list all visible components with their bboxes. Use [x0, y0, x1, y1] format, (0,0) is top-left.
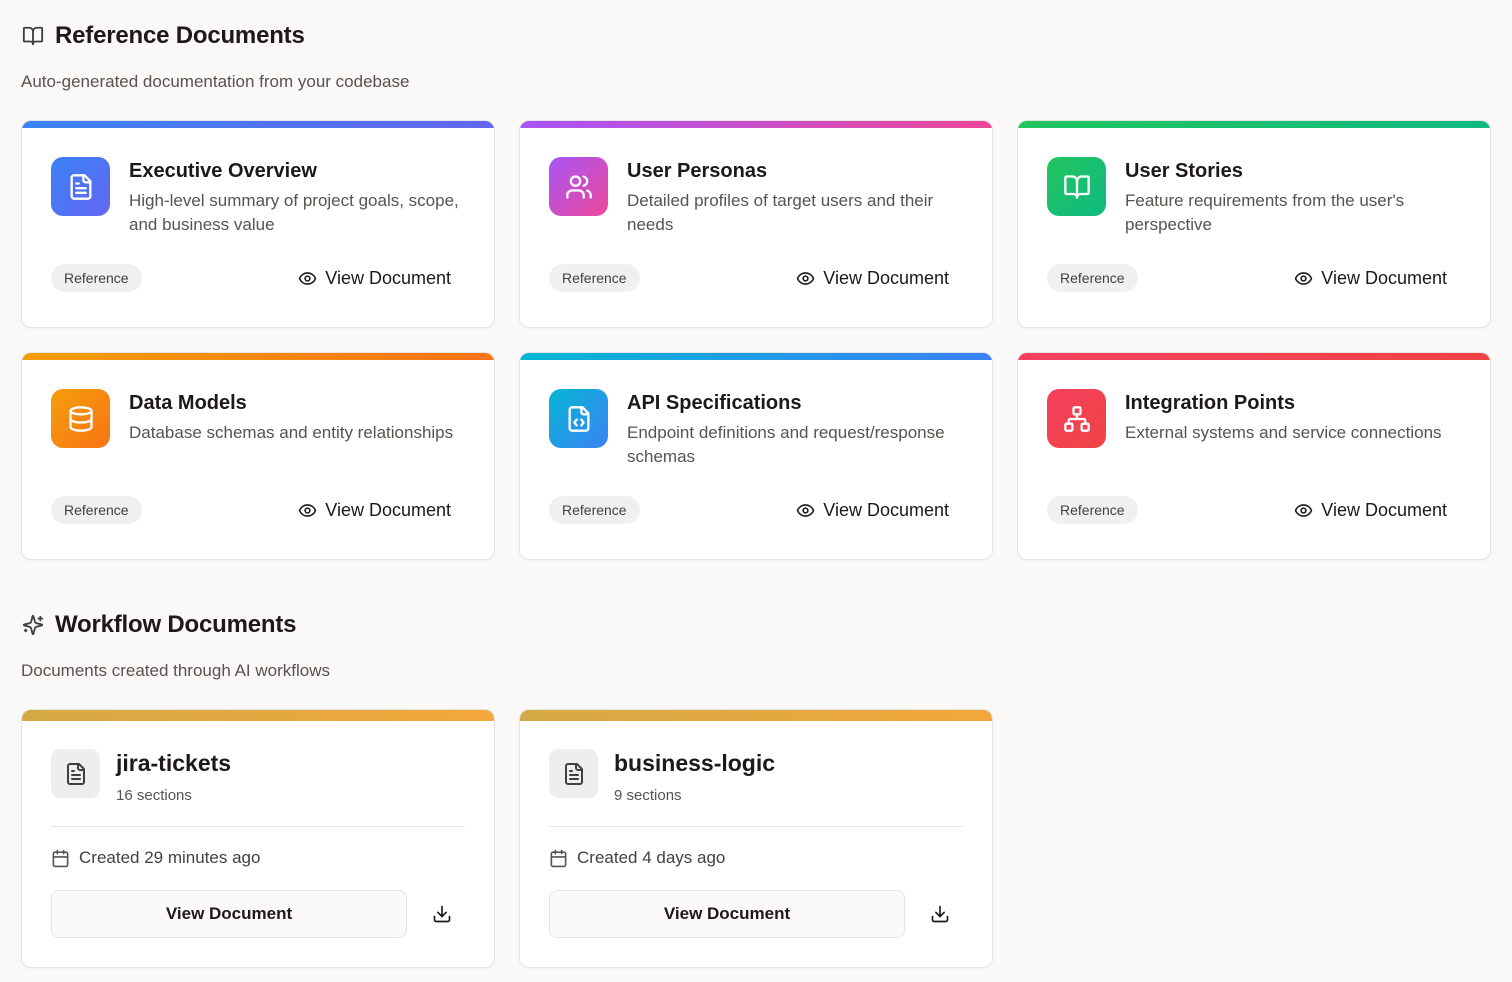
card-title: Data Models — [129, 392, 247, 414]
card-accent-bar — [22, 710, 494, 721]
workflow-doc-title: business-logic — [614, 750, 776, 776]
workflow-doc-title: jira-tickets — [116, 750, 232, 776]
download-icon — [432, 904, 452, 924]
view-document-link[interactable]: View Document — [298, 500, 451, 521]
view-document-label: View Document — [823, 267, 949, 288]
reference-card[interactable]: Data Models Database schemas and entity … — [21, 352, 495, 560]
view-document-link[interactable]: View Document — [796, 500, 949, 521]
reference-badge: Reference — [51, 496, 142, 524]
page: Reference Documents Auto-generated docum… — [0, 0, 1512, 982]
workflow-section-title: Workflow Documents — [55, 611, 297, 638]
workflow-card: business-logic 9 sections Created 4 days… — [519, 709, 993, 968]
card-title: User Personas — [627, 160, 768, 182]
reference-badge: Reference — [51, 264, 142, 292]
card-description: High-level summary of project goals, sco… — [129, 191, 459, 234]
calendar-icon — [51, 849, 70, 868]
workflow-section-subtitle: Documents created through AI workflows — [21, 661, 330, 680]
card-accent-bar — [1018, 121, 1490, 128]
workflow-grid: jira-tickets 16 sections Created 29 minu… — [21, 709, 1492, 968]
view-document-button[interactable]: View Document — [51, 890, 407, 938]
card-description: Endpoint definitions and request/respons… — [627, 423, 945, 466]
book-open-icon — [21, 24, 45, 48]
divider — [51, 826, 465, 827]
created-text: Created 4 days ago — [577, 848, 726, 867]
card-title: Executive Overview — [129, 160, 317, 182]
view-document-label: View Document — [1321, 267, 1447, 288]
view-document-label: View Document — [325, 499, 451, 520]
eye-icon — [1294, 501, 1313, 520]
card-accent-bar — [520, 121, 992, 128]
eye-icon — [298, 269, 317, 288]
file-code-icon — [549, 389, 608, 448]
card-accent-bar — [520, 710, 992, 721]
reference-badge: Reference — [549, 496, 640, 524]
file-text-icon — [51, 749, 100, 798]
view-document-link[interactable]: View Document — [298, 268, 451, 289]
reference-card[interactable]: User Personas Detailed profiles of targe… — [519, 120, 993, 328]
view-document-link[interactable]: View Document — [796, 268, 949, 289]
eye-icon — [1294, 269, 1313, 288]
sparkles-icon — [21, 613, 45, 637]
divider — [549, 826, 963, 827]
created-info: Created 29 minutes ago — [51, 848, 260, 868]
workflow-card: jira-tickets 16 sections Created 29 minu… — [21, 709, 495, 968]
card-title: API Specifications — [627, 392, 802, 414]
card-description: Feature requirements from the user's per… — [1125, 191, 1405, 234]
card-accent-bar — [1018, 353, 1490, 360]
card-accent-bar — [520, 353, 992, 360]
card-accent-bar — [22, 353, 494, 360]
reference-badge: Reference — [549, 264, 640, 292]
eye-icon — [796, 501, 815, 520]
reference-section-title: Reference Documents — [55, 22, 305, 49]
eye-icon — [298, 501, 317, 520]
created-text: Created 29 minutes ago — [79, 848, 261, 867]
download-button[interactable] — [905, 890, 975, 938]
card-description: External systems and service connections — [1125, 423, 1442, 442]
view-document-link[interactable]: View Document — [1294, 268, 1447, 289]
file-text-icon — [549, 749, 598, 798]
view-document-button[interactable]: View Document — [549, 890, 905, 938]
section-count: 16 sections — [116, 787, 192, 804]
reference-card[interactable]: Executive Overview High-level summary of… — [21, 120, 495, 328]
reference-grid: Executive Overview High-level summary of… — [21, 120, 1492, 560]
book-open-icon — [1047, 157, 1106, 216]
network-icon — [1047, 389, 1106, 448]
card-title: Integration Points — [1125, 392, 1295, 414]
reference-badge: Reference — [1047, 264, 1138, 292]
reference-card[interactable]: Integration Points External systems and … — [1017, 352, 1491, 560]
eye-icon — [796, 269, 815, 288]
file-text-icon — [51, 157, 110, 216]
download-button[interactable] — [407, 890, 477, 938]
reference-card[interactable]: API Specifications Endpoint definitions … — [519, 352, 993, 560]
reference-section-subtitle: Auto-generated documentation from your c… — [21, 72, 410, 91]
reference-badge: Reference — [1047, 496, 1138, 524]
reference-section-header: Reference Documents — [21, 22, 305, 50]
reference-card[interactable]: User Stories Feature requirements from t… — [1017, 120, 1491, 328]
card-description: Detailed profiles of target users and th… — [627, 191, 934, 234]
section-count: 9 sections — [614, 787, 682, 804]
card-title: User Stories — [1125, 160, 1243, 182]
card-accent-bar — [22, 121, 494, 128]
workflow-section-header: Workflow Documents — [21, 611, 297, 639]
download-icon — [930, 904, 950, 924]
calendar-icon — [549, 849, 568, 868]
view-document-label: View Document — [325, 267, 451, 288]
users-icon — [549, 157, 608, 216]
database-icon — [51, 389, 110, 448]
view-document-link[interactable]: View Document — [1294, 500, 1447, 521]
created-info: Created 4 days ago — [549, 848, 725, 868]
card-description: Database schemas and entity relationship… — [129, 423, 454, 442]
view-document-label: View Document — [823, 499, 949, 520]
view-document-label: View Document — [1321, 499, 1447, 520]
